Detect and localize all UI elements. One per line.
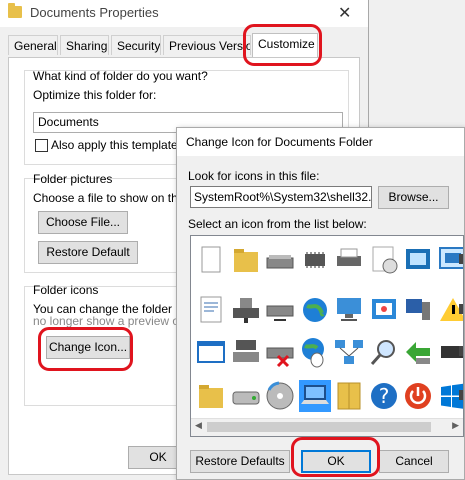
network-icon[interactable] — [333, 336, 365, 368]
folder-pictures-title: Folder pictures — [33, 172, 113, 186]
folder-icon — [8, 3, 22, 18]
partial-icon[interactable] — [459, 244, 463, 276]
computer-icon[interactable] — [402, 294, 434, 326]
laptop-icon[interactable] — [298, 380, 331, 412]
look-for-label: Look for icons in this file: — [188, 169, 320, 183]
select-icon-label: Select an icon from the list below: — [188, 217, 367, 231]
partial-icon[interactable] — [459, 336, 463, 368]
partial-icon[interactable] — [459, 294, 463, 326]
tab-general[interactable]: General — [8, 35, 58, 55]
printer-icon[interactable] — [333, 244, 365, 276]
folder-icons-title: Folder icons — [33, 283, 99, 297]
title-bar[interactable]: Documents Properties ✕ — [0, 0, 368, 27]
blank-document-icon[interactable] — [195, 244, 227, 276]
scroll-right-icon[interactable]: ▶ — [452, 420, 459, 431]
optimize-label: Optimize this folder for: — [33, 88, 157, 102]
tab-previous-versions[interactable]: Previous Versions — [163, 35, 251, 55]
partial-icon[interactable] — [459, 380, 463, 412]
icon-list[interactable]: ? ◀ ▶ — [190, 235, 464, 437]
drive-floppy-icon[interactable] — [230, 336, 262, 368]
optimize-value: Documents — [38, 115, 99, 129]
restore-default-button[interactable]: Restore Default — [38, 241, 138, 264]
choose-file-button[interactable]: Choose File... — [38, 211, 128, 234]
cabinet-icon[interactable] — [333, 380, 365, 412]
icon-file-path-input[interactable]: SystemRoot%\System32\shell32.dll — [190, 186, 372, 208]
control-panel-icon[interactable] — [368, 294, 400, 326]
folder-pictures-desc: Choose a file to show on this fo — [33, 191, 200, 205]
chip-icon[interactable] — [299, 244, 331, 276]
globe-icon[interactable] — [299, 294, 331, 326]
clock-icon[interactable] — [368, 244, 400, 276]
power-icon[interactable] — [402, 380, 434, 412]
highlight-customize-tab — [243, 24, 322, 66]
folder-icons-desc-2: no longer show a preview of th — [33, 314, 196, 328]
network-computer-icon[interactable] — [333, 294, 365, 326]
folder-icon[interactable] — [230, 244, 262, 276]
folder-type-question: What kind of folder do you want? — [33, 69, 208, 83]
browse-button[interactable]: Browse... — [378, 186, 449, 209]
tab-sharing[interactable]: Sharing — [60, 35, 109, 55]
highlight-change-icon — [38, 327, 133, 371]
drive-network-icon[interactable] — [264, 294, 296, 326]
folder-icon[interactable] — [195, 380, 227, 412]
tab-security[interactable]: Security — [111, 35, 161, 55]
horizontal-scrollbar[interactable]: ◀ ▶ — [191, 418, 463, 436]
hard-drive-icon[interactable] — [264, 244, 296, 276]
apply-subfolders-checkbox[interactable] — [35, 139, 48, 152]
scroll-left-icon[interactable]: ◀ — [195, 420, 202, 431]
highlight-ok-button — [291, 437, 380, 477]
drive-icon[interactable] — [230, 380, 262, 412]
drive-x-icon[interactable] — [264, 336, 296, 368]
dialog-title-bar[interactable]: Change Icon for Documents Folder — [177, 128, 464, 156]
picture-icon[interactable] — [402, 244, 434, 276]
change-icon-dialog: Change Icon for Documents Folder Look fo… — [176, 127, 465, 480]
document-text-icon[interactable] — [195, 294, 227, 326]
window-title: Documents Properties — [30, 5, 159, 20]
green-arrow-icon[interactable] — [402, 336, 434, 368]
svg-text:?: ? — [378, 384, 389, 408]
dialog-cancel-button[interactable]: Cancel — [379, 450, 449, 473]
network-drive-icon[interactable] — [230, 294, 262, 326]
globe-mouse-icon[interactable] — [299, 336, 331, 368]
window-icon[interactable] — [195, 336, 227, 368]
help-icon[interactable]: ? — [368, 380, 400, 412]
restore-defaults-button[interactable]: Restore Defaults — [190, 450, 290, 473]
close-icon[interactable]: ✕ — [338, 3, 351, 23]
dialog-title: Change Icon for Documents Folder — [186, 135, 373, 149]
scrollbar-thumb[interactable] — [207, 422, 431, 432]
magnifier-icon[interactable] — [368, 336, 400, 368]
cd-icon[interactable] — [264, 380, 296, 412]
